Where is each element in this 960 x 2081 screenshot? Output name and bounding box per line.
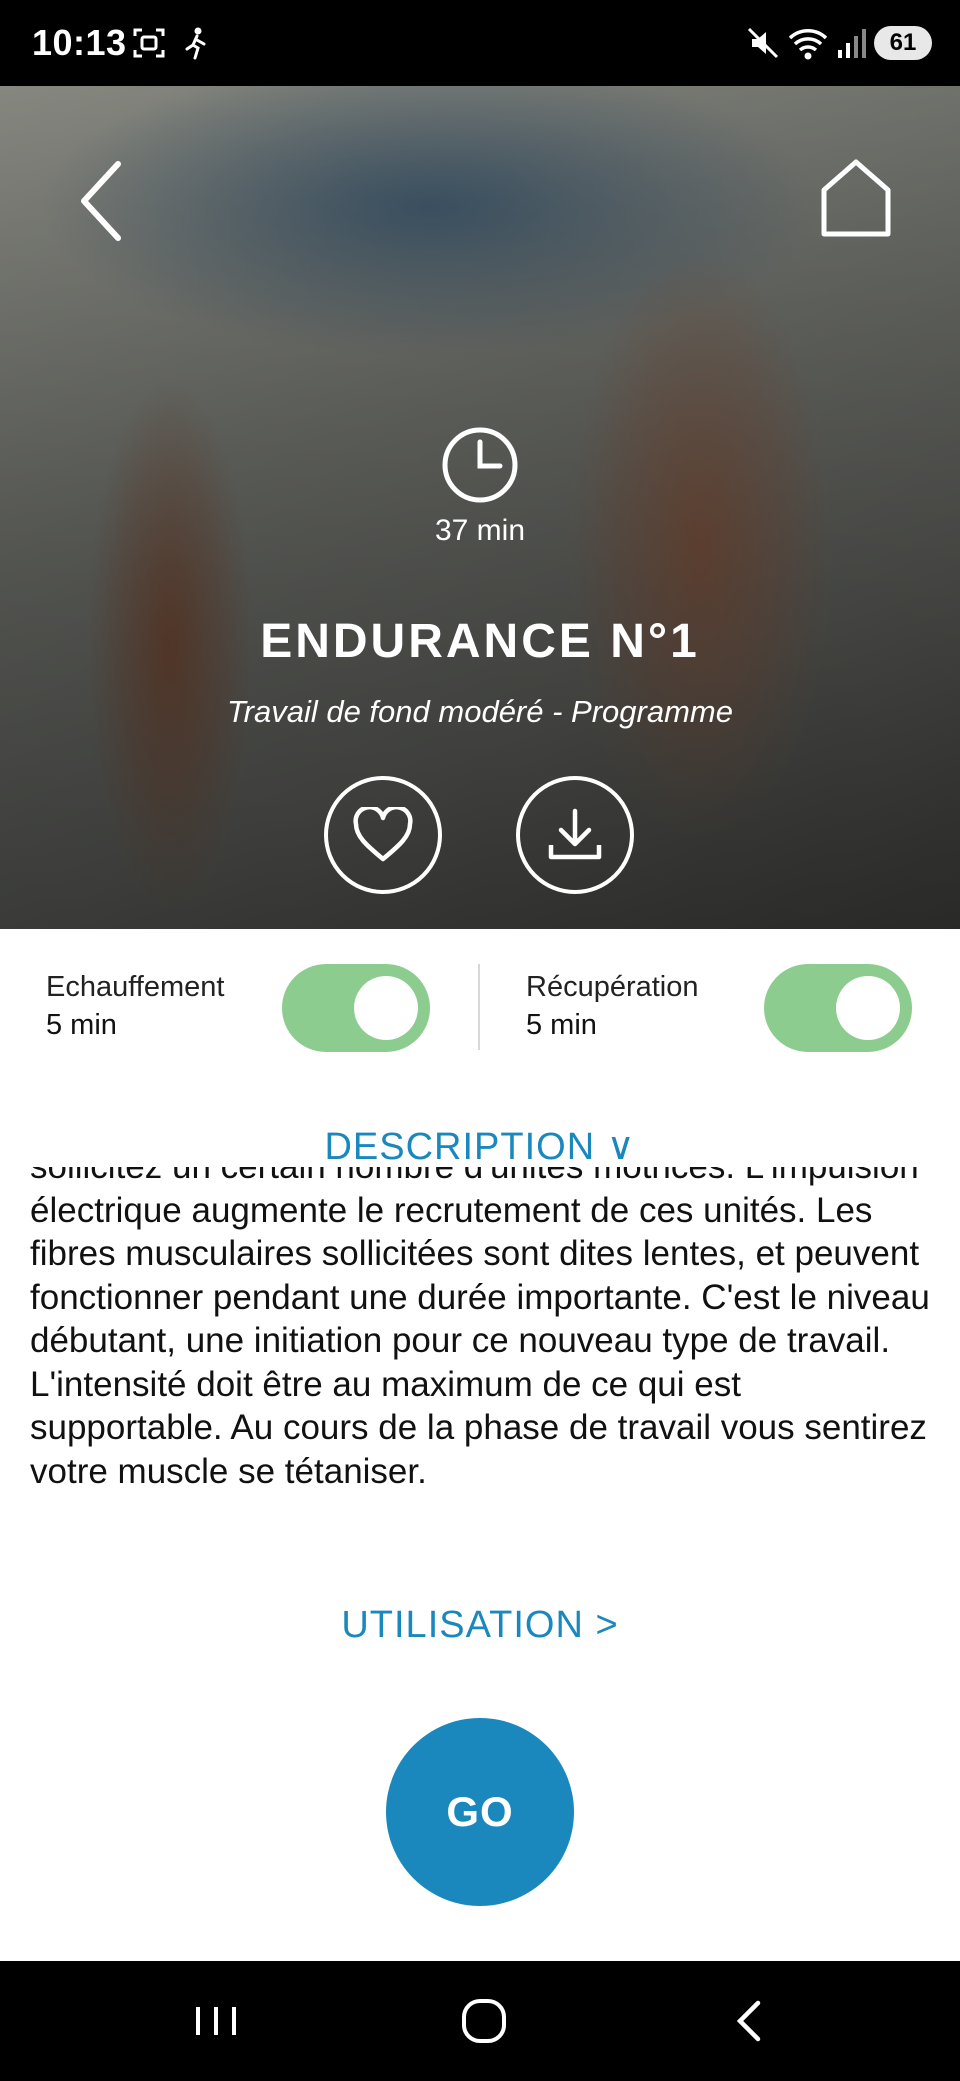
signal-icon (838, 29, 866, 58)
back-chevron-icon[interactable] (722, 1991, 782, 2051)
divider (478, 964, 480, 1050)
clock-icon (442, 427, 518, 503)
mute-icon (747, 27, 779, 59)
screenshot-icon (133, 28, 165, 58)
warmup-duration: 5 min (46, 1009, 117, 1041)
status-bar: 10:13 61 (0, 0, 960, 86)
download-icon (548, 808, 602, 860)
back-arrow-icon[interactable] (72, 156, 132, 246)
options-row: Echauffement 5 min Récupération 5 min (0, 929, 960, 1079)
favorite-button[interactable] (324, 776, 442, 894)
recents-icon[interactable] (186, 1991, 246, 2051)
wifi-icon (788, 29, 828, 60)
home-circle-icon[interactable] (454, 1991, 514, 2051)
description-text-scroll[interactable]: sollicitez un certain nombre d'unités mo… (30, 1167, 935, 1562)
program-title: ENDURANCE N°1 (260, 615, 700, 668)
download-button[interactable] (516, 776, 634, 894)
hero-shade (0, 86, 960, 929)
toggle-knob (836, 976, 900, 1040)
heart-icon (353, 807, 413, 862)
warmup-toggle[interactable] (282, 964, 430, 1052)
toggle-knob (354, 976, 418, 1040)
recovery-duration: 5 min (526, 1009, 597, 1041)
program-subtitle: Travail de fond modéré - Programme (227, 694, 733, 729)
battery-icon: 61 (874, 26, 932, 60)
usage-link[interactable]: UTILISATION > (0, 1604, 960, 1647)
warmup-label: Echauffement (46, 971, 225, 1003)
recovery-label: Récupération (526, 971, 699, 1003)
hero-image: 37 min ENDURANCE N°1 Travail de fond mod… (0, 86, 960, 929)
accessibility-icon (185, 27, 206, 60)
status-time: 10:13 (32, 22, 127, 63)
go-button[interactable]: GO (386, 1718, 574, 1906)
android-nav-bar (0, 1961, 960, 2081)
recovery-toggle[interactable] (764, 964, 912, 1052)
description-header[interactable]: DESCRIPTION ∨ (0, 1124, 960, 1169)
description-text: sollicitez un certain nombre d'unités mo… (30, 1167, 930, 1491)
duration-label: 37 min (434, 514, 526, 547)
home-icon[interactable] (818, 158, 894, 238)
